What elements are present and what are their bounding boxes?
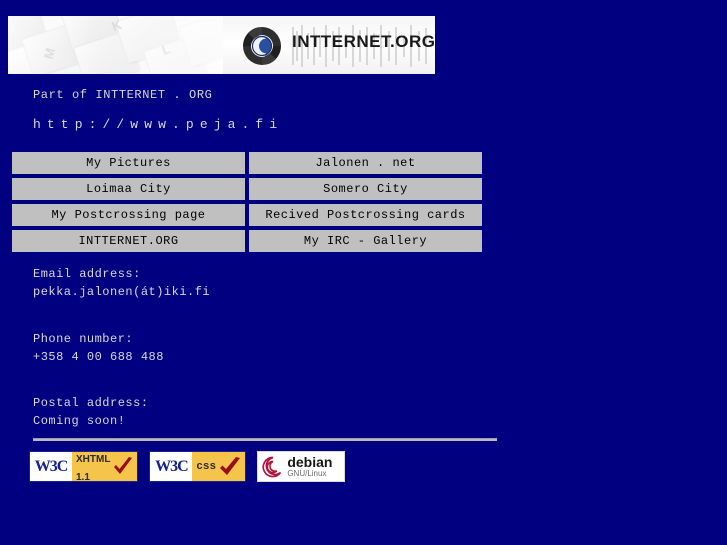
link-somero-city[interactable]: Somero City [249,178,482,200]
link-my-postcrossing-page[interactable]: My Postcrossing page [12,204,245,226]
table-row: Loimaa City Somero City [12,178,482,200]
horizontal-divider [33,438,497,441]
site-banner: M K L [8,16,435,74]
keyboard-background-image: M K L [8,16,223,74]
table-row: INTTERNET.ORG My IRC - Gallery [12,230,482,252]
banner-logo-text: INTTERNET.ORG [292,32,435,51]
table-row: My Postcrossing page Recived Postcrossin… [12,204,482,226]
xhtml-label-line2: 1.1 [76,471,90,483]
red-checkmark-icon [220,456,241,475]
site-url-text: http://www.peja.fi [33,117,284,132]
w3c-css-badge[interactable]: W3C css [149,451,247,482]
xhtml-label-line1: XHTML [76,453,111,465]
debian-swirl-icon [262,456,282,477]
phone-label: Phone number: [33,332,134,346]
validation-badges: W3C XHTML 1.1 W3C css debian GNU/Linux [29,451,346,483]
intternet-swirl-moon-icon [243,26,281,66]
debian-badge[interactable]: debian GNU/Linux [257,451,346,482]
part-of-text: Part of INTTERNET . ORG [33,88,213,102]
image-fade-overlay [8,16,223,74]
link-my-irc-gallery[interactable]: My IRC - Gallery [249,230,482,252]
debian-name: debian [287,454,333,470]
postal-value: Coming soon! [33,414,126,428]
phone-value: +358 4 00 688 488 [33,350,164,364]
red-checkmark-icon [114,456,133,474]
link-intternet-org[interactable]: INTTERNET.ORG [12,230,245,252]
debian-text: debian GNU/Linux [287,455,332,478]
banner-logo: INTTERNET.ORG [240,25,435,67]
link-my-pictures[interactable]: My Pictures [12,152,245,174]
link-loimaa-city[interactable]: Loimaa City [12,178,245,200]
xhtml-label-area: XHTML 1.1 [72,452,138,483]
css-label: css [196,459,217,472]
links-table: My Pictures Jalonen . net Loimaa City So… [8,148,486,256]
table-row: My Pictures Jalonen . net [12,152,482,174]
link-jalonen-net[interactable]: Jalonen . net [249,152,482,174]
css-label-area: css [192,452,246,481]
w3c-xhtml-badge[interactable]: W3C XHTML 1.1 [29,451,139,483]
w3c-logo-icon: W3C [30,452,72,481]
link-recived-postcrossing-cards[interactable]: Recived Postcrossing cards [249,204,482,226]
email-label: Email address: [33,267,141,281]
postal-label: Postal address: [33,396,149,410]
debian-subtitle: GNU/Linux [287,469,327,478]
email-value: pekka.jalonen(át)iki.fi [33,285,211,299]
w3c-logo-icon: W3C [150,452,193,481]
